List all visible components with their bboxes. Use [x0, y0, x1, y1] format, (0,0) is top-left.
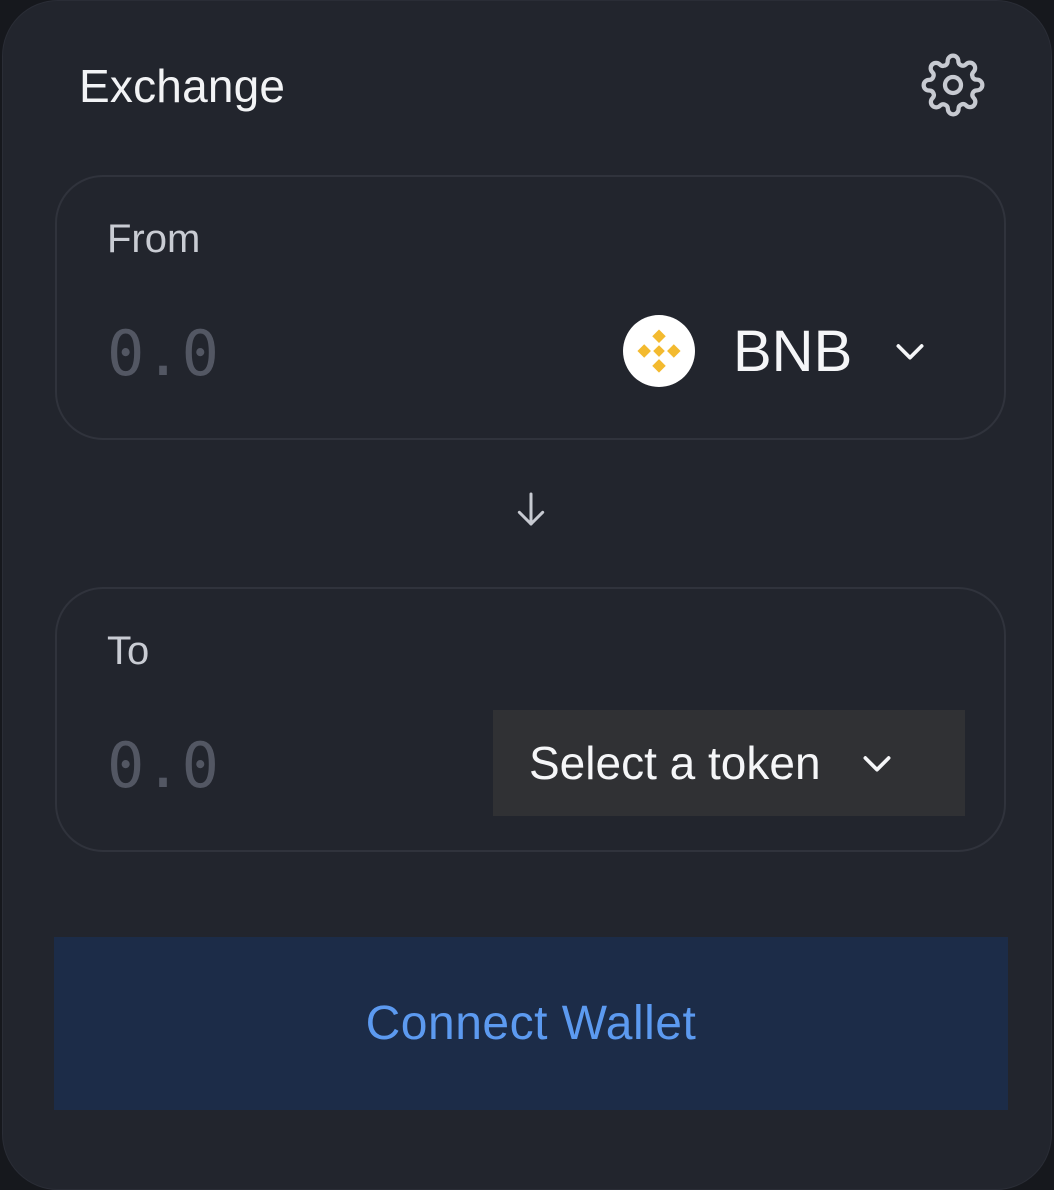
- to-amount-input[interactable]: [107, 725, 467, 805]
- from-token-symbol: BNB: [733, 318, 853, 384]
- from-amount-input[interactable]: [107, 313, 467, 393]
- arrow-down-icon[interactable]: [511, 489, 551, 529]
- bnb-logo-icon: [623, 315, 695, 387]
- gear-icon[interactable]: [921, 53, 985, 117]
- chevron-down-icon: [890, 331, 930, 371]
- select-token-label: Select a token: [529, 737, 821, 789]
- from-token-select[interactable]: BNB: [623, 311, 930, 391]
- page-title: Exchange: [79, 60, 286, 112]
- exchange-card: Exchange From BNB: [2, 0, 1052, 1190]
- from-panel: From BNB: [55, 175, 1006, 440]
- select-token-button[interactable]: Select a token: [493, 710, 965, 816]
- connect-wallet-button[interactable]: Connect Wallet: [54, 937, 1008, 1110]
- chevron-down-icon: [857, 743, 897, 783]
- connect-wallet-label: Connect Wallet: [365, 997, 697, 1050]
- to-label: To: [107, 629, 150, 673]
- from-label: From: [107, 217, 201, 261]
- to-panel: To Select a token: [55, 587, 1006, 852]
